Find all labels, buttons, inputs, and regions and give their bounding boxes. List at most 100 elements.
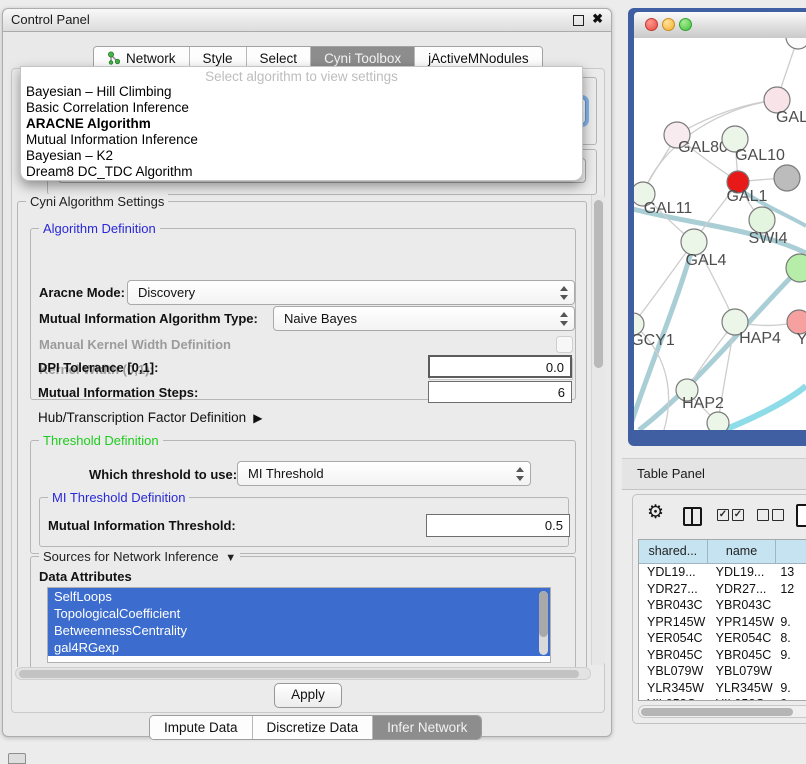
attribute-item[interactable]: gal4RGexp	[48, 639, 550, 656]
manual-kernel-width-checkbox[interactable]	[556, 336, 573, 353]
minimize-traffic-light-icon[interactable]	[662, 18, 675, 31]
table-cell[interactable]: YDL19...	[639, 564, 708, 581]
table-cell[interactable]: YDR27...	[639, 581, 708, 598]
sources-group-title[interactable]: Sources for Network Inference ▼	[39, 549, 240, 564]
close-panel-icon[interactable]: ✖	[592, 11, 603, 27]
network-canvas[interactable]: GALGAL80GAL10GAL1GAL11SWI4GAL4GCY1HAP4YH…	[634, 38, 806, 430]
attribute-item[interactable]: TopologicalCoefficient	[48, 605, 550, 622]
network-node[interactable]	[774, 165, 800, 191]
threshold-definition-title: Threshold Definition	[39, 433, 163, 448]
table-row[interactable]: YDR27...YDR27...12	[639, 581, 806, 598]
table-row[interactable]: YBR045CYBR045C9.	[639, 647, 806, 664]
attribute-item[interactable]: SelfLoops	[48, 588, 550, 605]
table-cell[interactable]: YPR145W	[708, 614, 777, 631]
table-cell[interactable]	[776, 663, 806, 680]
table-row[interactable]: YLR345WYLR345W9.	[639, 680, 806, 697]
table-cell[interactable]: YBR045C	[708, 647, 777, 664]
network-node-label: HAP2	[682, 395, 724, 412]
deselect-all-checkbox-icon[interactable]	[757, 509, 769, 521]
column-header[interactable]: shared...	[639, 540, 708, 564]
algorithm-option[interactable]: Mutual Information Inference	[21, 132, 582, 148]
tab-discretize-data[interactable]: Discretize Data	[253, 716, 374, 739]
table-cell[interactable]	[776, 597, 806, 614]
table-horizontal-scrollbar[interactable]	[638, 705, 806, 718]
table-cell[interactable]: YER054C	[639, 630, 708, 647]
document-icon[interactable]	[796, 504, 806, 527]
mi-algorithm-type-combobox[interactable]: Naive Bayes	[273, 306, 575, 331]
collapsed-panel-icon[interactable]	[8, 753, 26, 764]
attribute-item[interactable]: BetweennessCentrality	[48, 622, 550, 639]
apply-button[interactable]: Apply	[274, 683, 342, 708]
table-cell[interactable]: YLR345W	[708, 680, 777, 697]
which-threshold-combobox[interactable]: MI Threshold	[237, 461, 531, 486]
table-cell[interactable]: 9.	[776, 680, 806, 697]
algorithm-option[interactable]: Dream8 DC_TDC Algorithm	[21, 164, 582, 180]
table-cell[interactable]: YDL19...	[708, 564, 777, 581]
table-cell[interactable]: YDR27...	[708, 581, 777, 598]
table-cell[interactable]: 8.	[776, 630, 806, 647]
network-node-label: HAP4	[739, 330, 781, 347]
dpi-tolerance-field[interactable]: 0.0	[428, 355, 572, 378]
table-cell[interactable]: YLR345W	[639, 680, 708, 697]
table-cell[interactable]: 13	[776, 564, 806, 581]
settings-horizontal-scrollbar[interactable]	[15, 667, 591, 680]
tab-infer-network[interactable]: Infer Network	[373, 716, 481, 739]
network-view-window[interactable]: GALGAL80GAL10GAL1GAL11SWI4GAL4GCY1HAP4YH…	[628, 8, 806, 446]
table-cell[interactable]: YBR043C	[639, 597, 708, 614]
table-panel-header[interactable]: Table Panel	[622, 458, 806, 490]
scrollbar-thumb[interactable]	[594, 200, 603, 368]
table-cell[interactable]: 12	[776, 581, 806, 598]
table-cell[interactable]: 9.	[776, 614, 806, 631]
table-row[interactable]: YDL19...YDL19...13	[639, 564, 806, 581]
table-cell[interactable]: YIL052C	[639, 696, 708, 701]
table-cell[interactable]: YBR043C	[708, 597, 777, 614]
table-cell[interactable]: YIL052C	[708, 696, 777, 701]
tab-impute-data[interactable]: Impute Data	[150, 716, 253, 739]
algorithm-option[interactable]: Basic Correlation Inference	[21, 100, 582, 116]
mi-threshold-field[interactable]: 0.5	[426, 514, 570, 537]
network-window-titlebar[interactable]	[634, 12, 806, 39]
table-row[interactable]: YIL052CYIL052C9	[639, 696, 806, 701]
algorithm-option-highlighted[interactable]: ARACNE Algorithm	[21, 116, 582, 132]
settings-vertical-scrollbar[interactable]	[591, 195, 605, 665]
mi-steps-field[interactable]: 6	[428, 381, 572, 403]
algorithm-option[interactable]: Bayesian – Hill Climbing	[21, 84, 582, 100]
network-node-label: GAL	[776, 109, 806, 126]
table-cell[interactable]: YER054C	[708, 630, 777, 647]
table-cell[interactable]: YBR045C	[639, 647, 708, 664]
float-window-icon[interactable]	[573, 15, 584, 26]
gear-icon[interactable]: ⚙	[647, 503, 664, 522]
attribute-list-scrollbar[interactable]	[539, 591, 548, 655]
table-panel-title: Table Panel	[637, 466, 705, 481]
table-cell[interactable]: YBL079W	[708, 663, 777, 680]
hub-tf-definition-toggle[interactable]: Hub/Transcription Factor Definition ▶	[38, 410, 262, 425]
network-edge[interactable]	[724, 386, 806, 430]
network-node[interactable]	[707, 412, 729, 430]
scrollbar-thumb[interactable]	[539, 591, 548, 637]
algorithm-option[interactable]: Bayesian – K2	[21, 148, 582, 164]
zoom-traffic-light-icon[interactable]	[679, 18, 692, 31]
table-row[interactable]: YBL079WYBL079W	[639, 663, 806, 680]
column-header[interactable]	[776, 540, 806, 564]
select-all-checkbox-icon[interactable]: ✓	[717, 509, 729, 521]
select-all-checkbox-icon[interactable]: ✓	[732, 509, 744, 521]
scrollbar-thumb[interactable]	[19, 670, 579, 678]
table-cell[interactable]: YPR145W	[639, 614, 708, 631]
table-cell[interactable]: 9.	[776, 647, 806, 664]
dropdown-placeholder: Select algorithm to view settings	[21, 69, 582, 84]
aracne-mode-combobox[interactable]: Discovery	[127, 280, 575, 305]
expand-right-arrow-icon: ▶	[250, 411, 263, 425]
deselect-all-checkbox-icon[interactable]	[772, 509, 784, 521]
column-header[interactable]: name	[708, 540, 777, 564]
table-cell[interactable]: 9	[776, 696, 806, 701]
table-row[interactable]: YER054CYER054C8.	[639, 630, 806, 647]
scrollbar-thumb[interactable]	[641, 708, 793, 716]
algorithm-dropdown-popup: Select algorithm to view settings Bayesi…	[20, 66, 583, 181]
close-traffic-light-icon[interactable]	[645, 18, 658, 31]
columns-icon[interactable]	[683, 507, 702, 526]
table-row[interactable]: YPR145WYPR145W9.	[639, 614, 806, 631]
table-cell[interactable]: YBL079W	[639, 663, 708, 680]
control-panel-titlebar[interactable]: Control Panel ✖	[3, 9, 611, 32]
table-row[interactable]: YBR043CYBR043C	[639, 597, 806, 614]
network-node[interactable]	[786, 38, 806, 49]
